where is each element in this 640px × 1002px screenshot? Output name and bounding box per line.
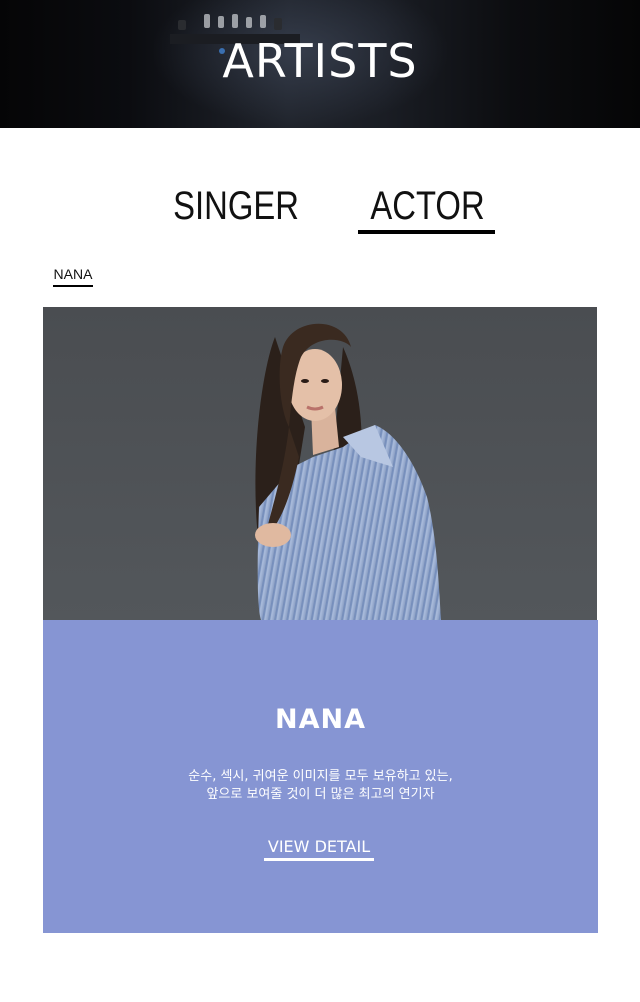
artist-portrait-illustration xyxy=(255,323,441,620)
artist-photo[interactable] xyxy=(43,307,597,620)
artist-name: NANA xyxy=(275,704,366,735)
artist-description: 순수, 섹시, 귀여운 이미지를 모두 보유하고 있는, 앞으로 보여줄 것이 … xyxy=(43,768,598,804)
page-title: ARTISTS xyxy=(222,34,418,88)
view-detail-underline xyxy=(264,858,374,861)
tab-singer[interactable]: SINGER xyxy=(173,182,299,234)
artist-description-line-2: 앞으로 보여줄 것이 더 많은 최고의 연기자 xyxy=(206,787,435,802)
subnav-active-underline xyxy=(53,285,93,287)
artist-info-panel: NANA 순수, 섹시, 귀여운 이미지를 모두 보유하고 있는, 앞으로 보여… xyxy=(43,620,598,933)
artist-description-line-1: 순수, 섹시, 귀여운 이미지를 모두 보유하고 있는, xyxy=(188,769,453,784)
tab-actor[interactable]: ACTOR xyxy=(370,182,484,234)
header-banner: ARTISTS xyxy=(0,0,640,128)
artist-card: NANA 순수, 섹시, 귀여운 이미지를 모두 보유하고 있는, 앞으로 보여… xyxy=(43,307,598,933)
category-tabs: SINGER ACTOR xyxy=(0,182,640,238)
active-tab-underline xyxy=(358,230,495,234)
